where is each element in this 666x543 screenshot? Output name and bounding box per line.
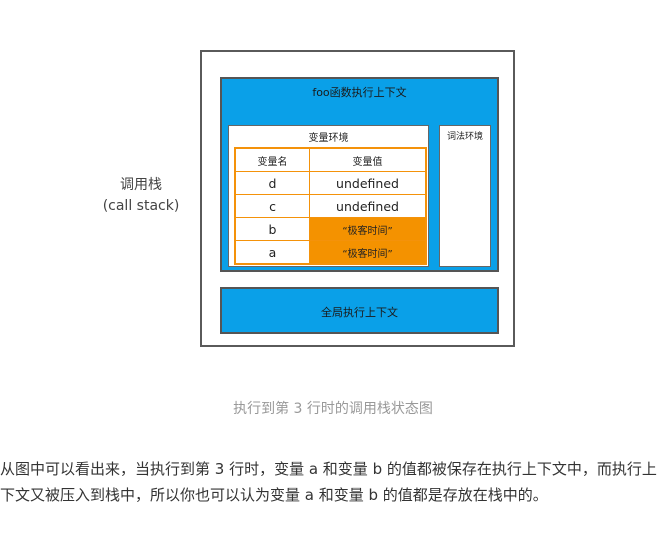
table-row: d undefined [234,171,427,195]
variable-table: 变量名 变量值 d undefined c undefined b “极客时间”… [234,147,427,265]
var-value-a: “极客时间” [309,240,427,265]
variable-environment-title: 变量环境 [308,133,349,144]
header-var-name: 变量名 [234,147,310,172]
var-value-c: undefined [309,194,427,218]
body-paragraph: 从图中可以看出来，当执行到第 3 行时，变量 a 和变量 b 的值都被保存在执行… [0,460,657,504]
table-row: a “极客时间” [234,240,427,265]
var-value-b: “极客时间” [309,217,427,241]
var-name-b: b [234,217,310,241]
figure-caption: 执行到第 3 行时的调用栈状态图 [233,401,433,417]
variable-environment: 变量环境 变量名 变量值 d undefined c undefined b “… [228,125,429,267]
table-row: c undefined [234,194,427,218]
lexical-environment-title: 词法环境 [446,132,483,142]
call-stack-label-cn: 调用栈 [120,177,162,193]
global-context-title: 全局执行上下文 [321,306,398,319]
var-name-d: d [234,171,310,195]
var-value-d: undefined [309,171,427,195]
global-execution-context: 全局执行上下文 [220,287,499,334]
call-stack-label-en: (call stack) [102,198,180,214]
var-name-c: c [234,194,310,218]
call-stack-box: foo函数执行上下文 变量环境 变量名 变量值 d undefined c un… [200,50,515,347]
header-var-value: 变量值 [309,147,427,172]
var-name-a: a [234,240,310,265]
call-stack-label: 调用栈 (call stack) [96,175,186,217]
foo-execution-context: foo函数执行上下文 变量环境 变量名 变量值 d undefined c un… [220,77,499,272]
table-row: b “极客时间” [234,217,427,241]
foo-context-title: foo函数执行上下文 [312,86,407,99]
lexical-environment: 词法环境 [439,125,491,267]
table-header-row: 变量名 变量值 [234,147,427,172]
